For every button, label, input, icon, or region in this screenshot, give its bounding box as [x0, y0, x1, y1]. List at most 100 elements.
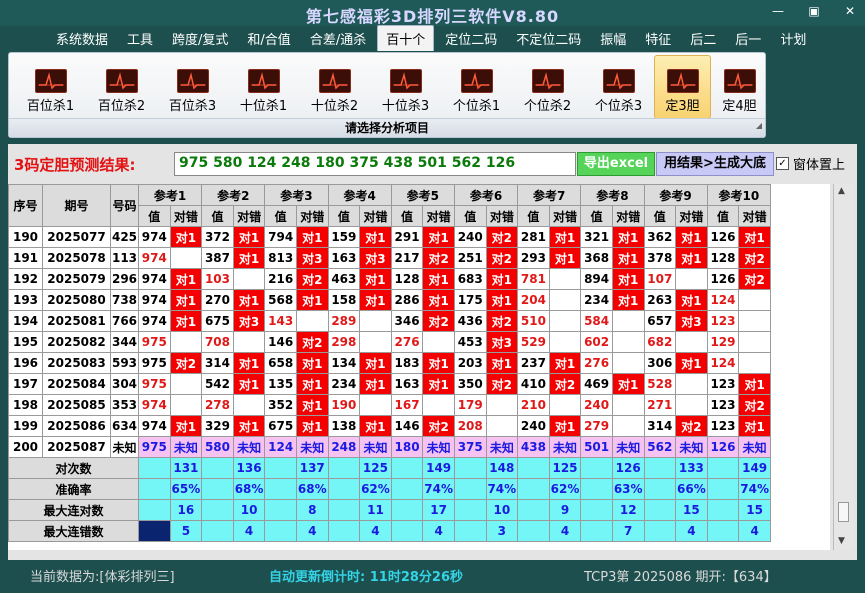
table-row[interactable]: 194 2025081 766 974 对1 675 对3 143 289 346 对2 436 对2 5… [8, 310, 771, 332]
stats-value: 74% [738, 478, 771, 500]
stats-blank-cell [517, 478, 550, 500]
menu-item[interactable]: 百十个 [377, 25, 435, 51]
col-header-ref: 参考8 [580, 184, 645, 206]
topmost-checkbox-group[interactable]: ✓ 窗体置上 [776, 154, 845, 173]
menu-item[interactable]: 不定位二码 [508, 26, 589, 51]
col-header-ref: 参考7 [517, 184, 582, 206]
row-number: 195 [8, 331, 43, 353]
restore-icon[interactable]: ▣ [805, 4, 823, 18]
stats-blank-cell [390, 478, 424, 500]
ref-value-cell: 306 [643, 352, 677, 374]
ribbon-button-label: 个位杀3 [594, 99, 643, 114]
menu-item[interactable]: 和/合值 [239, 26, 298, 51]
status-bar: 当前数据为:[体彩排列三] 自动更新倒计时: 11时28分26秒 TCP3第 2… [0, 566, 865, 588]
chart-line-icon [318, 69, 351, 93]
table-row[interactable]: 190 2025077 425 974 对1 372 对1 794 对1 159 对1 291 对1 24… [8, 226, 771, 248]
ribbon-button[interactable]: 个位杀1 [441, 55, 512, 119]
table-row[interactable]: 193 2025080 738 974 对1 270 对1 568 对1 158 对1 286 对1 17… [8, 289, 771, 311]
stats-blank-cell [264, 520, 297, 542]
col-header-value: 值 [390, 205, 424, 227]
ref-result-cell: 对2 [485, 310, 519, 332]
ref-result-cell: 对2 [738, 268, 771, 290]
table-row[interactable]: 198 2025085 353 974 278 352 对1 190 167 179 210 240 2… [8, 394, 771, 416]
ref-result-cell: 对1 [295, 226, 329, 248]
stats-blank-cell [453, 499, 487, 521]
ref-result-cell: 对1 [738, 373, 771, 395]
close-icon[interactable]: ✕ [841, 4, 859, 18]
stats-blank-cell [201, 520, 234, 542]
scroll-down-icon[interactable]: ▼ [838, 536, 845, 546]
ribbon-button[interactable]: 百位杀1 [15, 55, 86, 119]
col-header-result: 对错 [295, 205, 329, 227]
menu-item[interactable]: 计划 [772, 26, 814, 51]
expand-corner-icon[interactable]: ◢ [756, 117, 762, 135]
ribbon-button[interactable]: 个位杀2 [512, 55, 583, 119]
ref-result-cell: 对1 [611, 268, 645, 290]
stats-row: 对次数 131 136 137 125 149 148 125 126 133 149 [8, 457, 771, 479]
ref-value-cell: 240 [580, 394, 613, 416]
ref-value-cell: 352 [264, 394, 297, 416]
menu-item[interactable]: 后二 [682, 26, 724, 51]
table-row[interactable]: 197 2025084 304 975 542 对1 135 对1 234 对1 163 对1 350 对… [8, 373, 771, 395]
stats-blank-cell [264, 457, 297, 479]
ref-value-cell: 123 [706, 373, 740, 395]
menu-item[interactable]: 振幅 [592, 26, 634, 51]
ribbon-button-label: 定4胆 [722, 99, 757, 114]
ref-result-cell: 未知 [359, 436, 392, 458]
stats-value: 7 [611, 520, 645, 542]
col-header-result: 对错 [611, 205, 645, 227]
stats-value: 3 [485, 520, 519, 542]
ref-value-cell: 658 [264, 352, 297, 374]
menu-item[interactable]: 工具 [119, 26, 161, 51]
menu-item[interactable]: 特征 [637, 26, 679, 51]
ref-result-cell: 对1 [422, 373, 455, 395]
stats-value: 62% [359, 478, 392, 500]
ribbon-button[interactable]: 十位杀3 [370, 55, 441, 119]
ribbon-button[interactable]: 十位杀2 [299, 55, 370, 119]
scroll-thumb[interactable] [838, 502, 849, 522]
chart-line-icon [666, 69, 699, 93]
ref-result-cell: 对3 [485, 331, 519, 353]
col-header-ref: 参考6 [453, 184, 519, 206]
ref-result-cell [548, 268, 582, 290]
ref-result-cell [675, 394, 708, 416]
table-row[interactable]: 192 2025079 296 974 对1 103 216 对2 463 对1 128 对1 683 对… [8, 268, 771, 290]
topmost-checkbox[interactable]: ✓ [776, 157, 789, 170]
stats-value: 8 [295, 499, 329, 521]
table-row[interactable]: 191 2025078 113 974 387 对1 813 对3 163 对3 217 对2 251 对… [8, 247, 771, 269]
col-header-period: 期号 [42, 184, 111, 227]
ref-result-cell: 对1 [548, 352, 582, 374]
table-row[interactable]: 199 2025086 634 974 对1 329 对1 675 对1 138 对1 146 对2 20… [8, 415, 771, 437]
stats-value: 16 [169, 499, 203, 521]
ribbon-button[interactable]: 定4胆 [711, 55, 768, 119]
stats-blank-cell [138, 499, 171, 521]
ref-result-cell: 对1 [485, 352, 519, 374]
minimize-icon[interactable]: — [769, 4, 787, 18]
menu-item[interactable]: 系统数据 [48, 26, 116, 51]
generate-base-button[interactable]: 用结果>生成大底 [656, 152, 774, 176]
stats-value: 68% [295, 478, 329, 500]
scroll-up-icon[interactable]: ▲ [838, 186, 845, 196]
ref-result-cell [611, 310, 645, 332]
table-row[interactable]: 195 2025082 344 975 708 146 对2 298 276 453 对3 529 60… [8, 331, 771, 353]
ribbon-button-label: 十位杀3 [381, 99, 430, 114]
ref-result-cell: 对3 [675, 310, 708, 332]
ref-value-cell: 974 [138, 226, 171, 248]
export-excel-button[interactable]: 导出excel [577, 152, 655, 176]
menu-item[interactable]: 合差/通杀 [302, 26, 374, 51]
ribbon-button[interactable]: 百位杀3 [157, 55, 228, 119]
table-row-pending[interactable]: 200 2025087 未知 975 未知 580 未知 124 未知 248 未知 180 未知 375… [8, 436, 771, 458]
ref-result-cell: 对3 [232, 310, 266, 332]
ref-result-cell: 对2 [422, 247, 455, 269]
vertical-scrollbar[interactable]: ▲ ▼ [833, 184, 853, 550]
menu-item[interactable]: 定位二码 [437, 26, 505, 51]
ribbon-button[interactable]: 十位杀1 [228, 55, 299, 119]
ribbon-button[interactable]: 百位杀2 [86, 55, 157, 119]
stats-blank-cell [643, 499, 677, 521]
prediction-result-field[interactable]: 975 580 124 248 180 375 438 501 562 126 [174, 152, 576, 176]
menu-item[interactable]: 跨度/复式 [164, 26, 236, 51]
menu-item[interactable]: 后一 [727, 26, 769, 51]
ribbon-button[interactable]: 个位杀3 [583, 55, 654, 119]
ribbon-button[interactable]: 定3胆 [654, 55, 711, 119]
table-row[interactable]: 196 2025083 593 975 对2 314 对1 658 对1 134 对1 183 对1 20… [8, 352, 771, 374]
